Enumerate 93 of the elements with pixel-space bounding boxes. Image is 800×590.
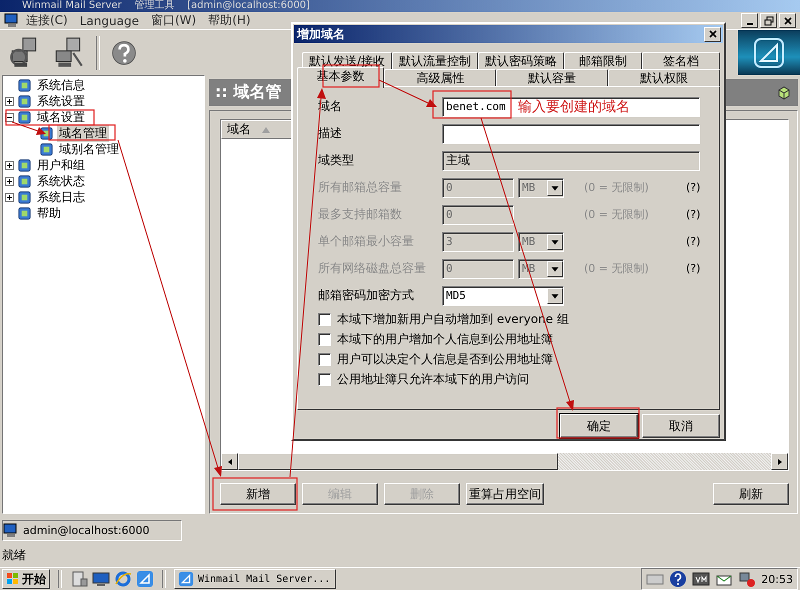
panel-title: :: 域名管	[215, 82, 282, 103]
action-button[interactable]: 重算占用空间	[466, 483, 544, 505]
module-icon	[39, 142, 54, 156]
window-title: Winmail Mail Server 管理工具 [admin@localhost:6000]	[22, 0, 310, 11]
left-arrow-icon[interactable]	[226, 458, 234, 466]
tree-item[interactable]: 系统设置	[35, 92, 87, 110]
text-field[interactable]: 主域	[442, 150, 700, 170]
horizontal-scrollbar[interactable]	[221, 453, 788, 470]
refresh-button[interactable]: 刷新	[713, 483, 789, 505]
module-icon	[17, 110, 32, 124]
tab[interactable]: 邮箱限制	[564, 52, 642, 69]
mail-app-icon[interactable]	[136, 570, 154, 588]
tree-item[interactable]: 用户和组	[35, 156, 87, 174]
tab[interactable]: 默认密码策略	[478, 52, 564, 69]
hint-text: (0 = 无限制)	[584, 261, 650, 276]
menu-item[interactable]: 窗口(W)	[150, 12, 196, 29]
dialog-button[interactable]: 取消	[642, 414, 720, 438]
expand-icon[interactable]	[5, 160, 14, 170]
dialog-title: 增加域名	[297, 26, 345, 42]
cube-icon	[776, 84, 792, 100]
windows-flag-icon	[6, 572, 20, 586]
computer-icon	[4, 12, 20, 28]
checkbox-option[interactable]: 公用地址簿只允许本域下的用户访问	[318, 369, 719, 389]
help-icon[interactable]	[669, 570, 688, 588]
checkbox-label: 公用地址簿只允许本域下的用户访问	[337, 370, 529, 388]
module-icon	[17, 158, 32, 172]
tree-item[interactable]: 系统状态	[35, 172, 87, 190]
network-icon[interactable]	[738, 570, 756, 588]
status-text: 就绪	[2, 547, 27, 564]
encryption-dropdown[interactable]: MD5	[442, 286, 564, 306]
start-button[interactable]: 开始	[2, 569, 50, 589]
checkbox[interactable]	[318, 372, 331, 386]
close-button[interactable]	[704, 26, 721, 42]
close-button[interactable]	[779, 13, 796, 28]
tree-item[interactable]: 帮助	[35, 204, 63, 222]
field-label: 最多支持邮箱数	[318, 206, 403, 223]
module-icon	[17, 94, 32, 108]
annotation-arrow	[12, 122, 46, 135]
checkbox[interactable]	[318, 312, 331, 326]
expand-icon[interactable]	[5, 192, 14, 202]
field-label: 所有网络磁盘总容量	[318, 260, 427, 277]
tab[interactable]: 默认权限	[608, 69, 720, 86]
close-icon	[782, 16, 792, 26]
mail-app-icon	[178, 571, 194, 587]
close-icon	[708, 29, 718, 39]
field-label: 描述	[318, 125, 343, 142]
annotation-text: 输入要创建的域名	[518, 98, 630, 116]
expand-icon[interactable]	[5, 96, 14, 106]
taskbar-button[interactable]: Winmail Mail Server...	[174, 569, 336, 589]
tree-item[interactable]: 系统信息	[35, 76, 87, 94]
tab[interactable]: 高级属性	[384, 69, 496, 86]
minimize-button[interactable]	[741, 13, 758, 28]
clock: 20:53	[761, 572, 793, 586]
collapse-icon[interactable]	[5, 112, 14, 122]
field-label: 域类型	[318, 152, 355, 169]
tree-item[interactable]: 域别名管理	[57, 140, 121, 158]
desktop-icon[interactable]	[92, 570, 110, 588]
checkbox[interactable]	[318, 332, 331, 346]
vm-icon[interactable]	[692, 570, 710, 588]
dialog-button[interactable]: 确定	[560, 414, 638, 438]
tree-item[interactable]: 系统日志	[35, 188, 87, 206]
field-label: 所有邮箱总容量	[318, 179, 403, 196]
server-icon[interactable]	[70, 570, 88, 588]
field-label: 邮箱密码加密方式	[318, 287, 415, 304]
restore-icon	[764, 16, 774, 26]
menu-item[interactable]: 连接(C)	[26, 12, 68, 29]
checkbox-option[interactable]: 用户可以决定个人信息是否到公用地址簿	[318, 349, 719, 369]
checkbox-label: 用户可以决定个人信息是否到公用地址簿	[337, 350, 553, 368]
tab[interactable]: 默认容量	[496, 69, 608, 86]
action-button[interactable]: 新增	[220, 483, 296, 505]
hint-text: (0 = 无限制)	[584, 207, 650, 222]
tree-item[interactable]: 域名设置	[35, 108, 87, 126]
help-icon[interactable]	[110, 38, 138, 66]
minimize-icon	[746, 22, 752, 24]
field-label: 单个邮箱最小容量	[318, 233, 415, 250]
module-icon	[17, 174, 32, 188]
text-field[interactable]	[442, 124, 700, 144]
restore-button[interactable]	[760, 13, 777, 28]
app-logo-icon	[738, 30, 800, 75]
tab[interactable]: 默认流量控制	[392, 52, 478, 69]
tab[interactable]: 签名档	[642, 52, 720, 69]
menu-item[interactable]: Language	[80, 14, 139, 28]
module-icon	[17, 78, 32, 92]
right-arrow-icon[interactable]	[776, 458, 784, 466]
module-icon	[17, 206, 32, 220]
module-icon	[17, 190, 32, 204]
sort-arrow-icon	[261, 126, 271, 134]
hint-text: (0 = 无限制)	[584, 180, 650, 195]
annotation-box	[48, 124, 116, 141]
connection-label: admin@localhost:6000	[23, 524, 150, 537]
expand-icon[interactable]	[5, 176, 14, 186]
checkbox[interactable]	[318, 352, 331, 366]
menu-item[interactable]: 帮助(H)	[208, 12, 251, 29]
